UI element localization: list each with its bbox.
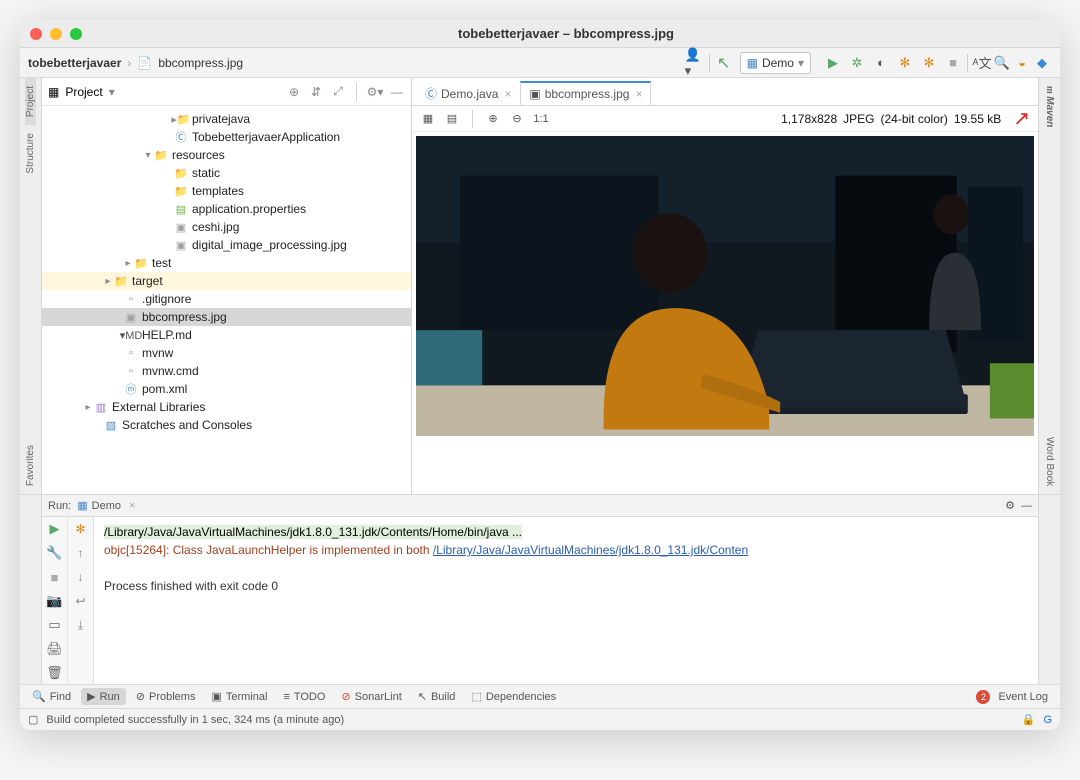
status-bar: ▢ Build completed successfully in 1 sec,…: [20, 708, 1060, 730]
project-tool-tab[interactable]: Project: [25, 78, 36, 125]
breadcrumb[interactable]: tobebetterjavaer › 📄 bbcompress.jpg: [28, 56, 243, 70]
bottom-toolwindow-bar: 🔍 Find ▶ Run ⊘ Problems ▣ Terminal ≡ TOD…: [20, 684, 1060, 708]
window-title: tobebetterjavaer – bbcompress.jpg: [82, 26, 1050, 41]
title-bar: tobebetterjavaer – bbcompress.jpg: [20, 20, 1060, 48]
event-log-tab[interactable]: 2Event Log: [970, 688, 1054, 706]
window-minimize-button[interactable]: [50, 28, 62, 40]
select-opened-file-icon[interactable]: ⊕: [286, 84, 302, 100]
translate-icon[interactable]: ᴬ文: [972, 53, 992, 73]
panel-settings-icon[interactable]: ⚙▾: [367, 84, 383, 100]
run-tool-window: Run: ▦Demo× ⚙ — ▶ 🔧 ■ 📷 ▭ 🖨 🗑 ✻: [20, 494, 1060, 684]
run-button[interactable]: ▶: [823, 53, 843, 73]
navigation-bar: tobebetterjavaer › 📄 bbcompress.jpg 👤▾ ↖…: [20, 48, 1060, 78]
tree-node-target: ▸📁target: [42, 272, 411, 290]
todo-tool-tab[interactable]: ≡ TODO: [277, 689, 331, 705]
status-lock-icon[interactable]: 🔒: [1022, 713, 1036, 726]
expand-all-icon[interactable]: ⇵: [308, 84, 324, 100]
console-actions-gutter: ✻ ↑ ↓ ↩ ⤓: [68, 517, 94, 684]
image-info: 1,178x828 JPEG (24-bit color) 19.55 kB ↗: [781, 106, 1030, 131]
grid-icon[interactable]: ▤: [444, 111, 460, 127]
build-tool-tab[interactable]: ↖ Build: [412, 688, 462, 705]
image-preview[interactable]: [412, 132, 1038, 494]
breadcrumb-project[interactable]: tobebetterjavaer: [28, 56, 121, 70]
collapse-all-icon[interactable]: ⤢: [330, 84, 346, 100]
run-settings-icon[interactable]: ⚙: [1005, 499, 1015, 512]
rerun-icon[interactable]: ▶: [47, 521, 63, 537]
run-tool-tab[interactable]: ▶ Run: [81, 688, 126, 705]
tab-demo-java[interactable]: ⒸDemo.java×: [416, 81, 520, 105]
profile-alt-button[interactable]: ✻: [919, 53, 939, 73]
problems-tool-tab[interactable]: ⊘ Problems: [130, 688, 202, 705]
breadcrumb-file[interactable]: bbcompress.jpg: [158, 56, 243, 70]
stop-button[interactable]: ■: [943, 53, 963, 73]
run-stop-icon[interactable]: ■: [47, 569, 63, 585]
find-tool-tab[interactable]: 🔍 Find: [26, 688, 77, 705]
hide-panel-icon[interactable]: —: [389, 84, 405, 100]
run-tab-demo[interactable]: ▦Demo×: [71, 497, 141, 514]
run-camera-icon[interactable]: 📷: [47, 593, 63, 609]
image-viewer-toolbar: ▦ ▤ ⊕ ⊖ 1:1 1,178x828 JPEG (24-bit color…: [412, 106, 1038, 132]
vcs-user-icon[interactable]: 👤▾: [685, 53, 705, 73]
sonarlint-tool-tab[interactable]: ⊘ SonarLint: [335, 688, 407, 705]
status-message: Build completed successfully in 1 sec, 3…: [46, 714, 344, 726]
project-tree[interactable]: ▸📁privatejava ⒸTobebetterjavaerApplicati…: [42, 106, 411, 494]
profile-button[interactable]: ✻: [895, 53, 915, 73]
maven-tool-tab[interactable]: m Maven: [1044, 78, 1055, 135]
editor-tabs: ⒸDemo.java× ▣bbcompress.jpg×: [412, 78, 1038, 106]
run-label: Run:: [48, 500, 71, 512]
window-zoom-button[interactable]: [70, 28, 82, 40]
window-close-button[interactable]: [30, 28, 42, 40]
left-tool-stripe: Project Structure Favorites: [20, 78, 42, 494]
editor-area: ⒸDemo.java× ▣bbcompress.jpg× ▦ ▤ ⊕ ⊖ 1:1…: [412, 78, 1038, 494]
tree-node-bbcompress: ▣bbcompress.jpg: [42, 308, 411, 326]
build-hammer-icon[interactable]: ↖: [714, 53, 734, 73]
project-panel: ▦ Project ▾ ⊕ ⇵ ⤢ ⚙▾ — ▸📁privatejava ⒸTo…: [42, 78, 412, 494]
console-scroll-icon[interactable]: ⤓: [73, 617, 89, 633]
one-to-one-button[interactable]: 1:1: [533, 111, 549, 127]
zoom-out-icon[interactable]: ⊖: [509, 111, 525, 127]
console-softwrap-icon[interactable]: ↩: [73, 593, 89, 609]
run-config-dropdown[interactable]: ▦ Demo ▾: [740, 52, 811, 74]
favorites-tool-tab[interactable]: Favorites: [25, 437, 36, 494]
wordbook-tool-tab[interactable]: Word Book: [1044, 429, 1055, 494]
debug-button[interactable]: ✲: [847, 53, 867, 73]
status-google-icon[interactable]: G: [1043, 714, 1052, 726]
structure-tool-tab[interactable]: Structure: [25, 125, 36, 182]
console-output[interactable]: /Library/Java/JavaVirtualMachines/jdk1.8…: [94, 517, 1038, 684]
terminal-tool-tab[interactable]: ▣ Terminal: [205, 688, 273, 705]
annotation-arrow-icon: ↗: [1013, 106, 1030, 131]
run-print-icon[interactable]: 🖨: [47, 641, 63, 657]
dependencies-tool-tab[interactable]: ⬚ Dependencies: [465, 688, 562, 705]
status-toggle-icon[interactable]: ▢: [28, 713, 38, 726]
chevron-right-icon: ›: [127, 56, 131, 70]
run-hide-icon[interactable]: —: [1021, 500, 1032, 512]
console-orange-icon[interactable]: ✻: [73, 521, 89, 537]
search-everywhere-icon[interactable]: 🔍: [992, 53, 1012, 73]
right-tool-stripe: m Maven Word Book: [1038, 78, 1060, 494]
coverage-button[interactable]: ◐: [871, 53, 891, 73]
console-up-icon[interactable]: ↑: [73, 545, 89, 561]
run-wrench-icon[interactable]: 🔧: [47, 545, 63, 561]
project-view-icon: ▦: [48, 85, 59, 99]
actual-size-icon[interactable]: ▦: [420, 111, 436, 127]
project-panel-header: ▦ Project ▾ ⊕ ⇵ ⤢ ⚙▾ —: [42, 78, 411, 106]
close-icon[interactable]: ×: [635, 87, 642, 101]
console-down-icon[interactable]: ↓: [73, 569, 89, 585]
run-actions-gutter: ▶ 🔧 ■ 📷 ▭ 🖨 🗑: [42, 517, 68, 684]
zoom-in-icon[interactable]: ⊕: [485, 111, 501, 127]
run-trash-icon[interactable]: 🗑: [47, 665, 63, 681]
run-layout-icon[interactable]: ▭: [47, 617, 63, 633]
tab-bbcompress[interactable]: ▣bbcompress.jpg×: [520, 81, 651, 105]
ide-settings-icon[interactable]: ◆: [1032, 53, 1052, 73]
close-icon[interactable]: ×: [504, 87, 511, 101]
ide-update-icon[interactable]: ◒: [1012, 53, 1032, 73]
